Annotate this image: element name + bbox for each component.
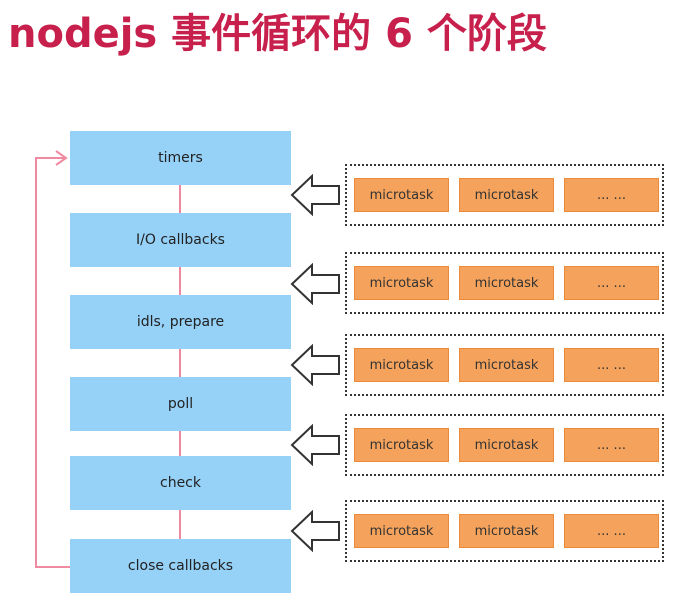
- microtask-chip: microtask: [459, 178, 554, 212]
- phase-label: poll: [167, 396, 194, 412]
- microtask-more-chip: ... ...: [564, 428, 659, 462]
- phase-connector: [179, 349, 181, 377]
- microtask-more-chip: ... ...: [564, 266, 659, 300]
- loop-line-bottom: [35, 566, 71, 568]
- microtask-more-chip: ... ...: [564, 348, 659, 382]
- microtask-group: microtask microtask ... ...: [345, 164, 664, 226]
- left-arrow-icon: [290, 510, 340, 552]
- microtask-group: microtask microtask ... ...: [345, 334, 664, 396]
- microtask-chip: microtask: [459, 428, 554, 462]
- phase-connector: [179, 185, 181, 213]
- phase-connector: [179, 431, 181, 456]
- microtask-chip: microtask: [354, 178, 449, 212]
- microtask-group: microtask microtask ... ...: [345, 500, 664, 562]
- page-title: nodejs 事件循环的 6 个阶段: [8, 11, 547, 57]
- phase-check: check: [70, 456, 291, 510]
- phase-connector: [179, 267, 181, 295]
- phase-label: timers: [158, 150, 203, 166]
- microtask-chip: microtask: [459, 514, 554, 548]
- microtask-group: microtask microtask ... ...: [345, 252, 664, 314]
- microtask-chip: microtask: [354, 348, 449, 382]
- phase-idls-prepare: idls, prepare: [70, 295, 291, 349]
- phase-label: idls, prepare: [136, 314, 225, 330]
- phase-io-callbacks: I/O callbacks: [70, 213, 291, 267]
- phase-timers: timers: [70, 131, 291, 185]
- microtask-chip: microtask: [354, 514, 449, 548]
- left-arrow-icon: [290, 263, 340, 305]
- microtask-chip: microtask: [354, 428, 449, 462]
- phase-connector: [179, 510, 181, 539]
- phase-label: close callbacks: [127, 558, 234, 574]
- phase-label: check: [160, 475, 201, 491]
- loop-arrow-head-icon: [55, 150, 68, 166]
- microtask-chip: microtask: [459, 266, 554, 300]
- microtask-chip: microtask: [459, 348, 554, 382]
- loop-line-vertical: [35, 157, 37, 568]
- phase-poll: poll: [70, 377, 291, 431]
- microtask-more-chip: ... ...: [564, 178, 659, 212]
- left-arrow-icon: [290, 174, 340, 216]
- microtask-chip: microtask: [354, 266, 449, 300]
- microtask-more-chip: ... ...: [564, 514, 659, 548]
- left-arrow-icon: [290, 424, 340, 466]
- phase-label: I/O callbacks: [136, 232, 225, 248]
- microtask-group: microtask microtask ... ...: [345, 414, 664, 476]
- left-arrow-icon: [290, 344, 340, 386]
- phase-close-callbacks: close callbacks: [70, 539, 291, 593]
